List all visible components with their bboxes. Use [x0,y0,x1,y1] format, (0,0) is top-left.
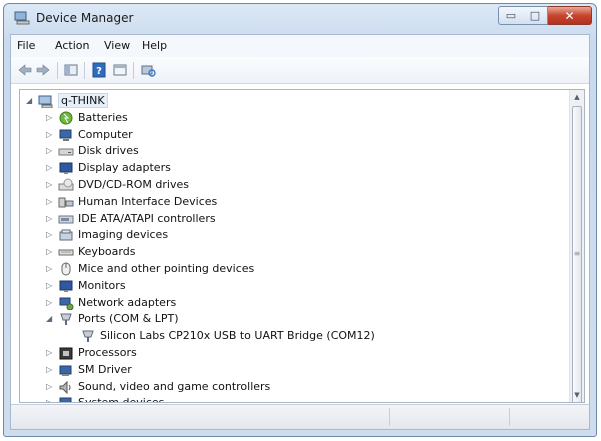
expand-arrow-icon[interactable]: ▷ [46,281,54,291]
expand-arrow-icon[interactable]: ▷ [46,230,54,240]
menu-file[interactable]: File [17,39,35,52]
expand-arrow-icon[interactable]: ▷ [46,180,54,190]
scroll-grip-icon: ≡ [573,249,581,258]
expand-arrow-icon[interactable]: ▷ [46,398,54,402]
menu-help[interactable]: Help [142,39,167,52]
tree-item-label: Keyboards [78,245,136,259]
system-device-icon [59,397,72,402]
tree-item-label: Sound, video and game controllers [78,379,271,393]
device-tree-panel: ◢ q-THINK ▷ Batteries ▷ Computer ▷ Disk drives ▷… [19,89,585,403]
forward-icon[interactable] [35,62,51,78]
toolbar: ? [11,57,589,84]
vertical-scrollbar[interactable]: ▲ ≡ ▼ [569,90,584,402]
maximize-button[interactable]: □ [523,6,548,25]
tree-item-label: Disk drives [78,144,139,158]
imaging-icon [59,229,73,241]
toolbar-separator [84,62,85,79]
keyboard-icon [58,249,74,256]
dvd-drive-icon [58,178,74,191]
tree-item-label: Silicon Labs CP210x USB to UART Bridge (… [100,329,375,343]
port-icon [60,313,72,326]
display-adapter-icon [59,162,73,175]
expand-arrow-icon[interactable]: ▷ [46,365,54,375]
tree-item-label: IDE ATA/ATAPI controllers [78,211,216,225]
minimize-icon: ▭ [505,9,517,22]
svg-text:?: ? [96,66,102,77]
expand-arrow-icon[interactable]: ▷ [46,113,54,123]
maximize-icon: □ [529,9,541,22]
tree-item-label: Imaging devices [78,228,169,242]
properties-icon[interactable] [63,62,79,78]
status-divider [509,408,510,426]
tree-item-label: Mice and other pointing devices [78,262,255,275]
tree-item-label: q-THINK [58,93,108,108]
scan-hardware-icon[interactable] [140,62,156,78]
expand-arrow-icon[interactable]: ▷ [46,298,54,308]
status-bar [11,404,589,429]
expand-arrow-icon[interactable]: ▷ [46,130,54,140]
disk-drive-icon [58,148,74,156]
tree-item-label: Display adapters [78,161,171,175]
device-manager-icon [14,11,30,25]
expand-arrow-icon[interactable]: ▷ [46,146,54,156]
computer-icon [59,129,72,141]
tree-item-label: System devices [78,396,165,403]
client-area: File Action View Help ? ◢ q-THINK ▷ Batteri… [10,34,590,430]
collapse-arrow-icon[interactable]: ◢ [46,314,54,324]
tree-item-label: Computer [78,127,133,141]
scroll-down-arrow-icon[interactable]: ▼ [570,388,584,402]
hid-icon [58,197,74,208]
status-divider [389,408,390,426]
tree-item-label: Ports (COM & LPT) [78,312,179,326]
collapse-arrow-icon[interactable]: ◢ [26,96,34,106]
tree-item-label: Human Interface Devices [78,194,218,208]
view-icon[interactable] [112,62,128,78]
driver-icon [59,365,72,376]
tree-item-label: DVD/CD-ROM drives [78,178,189,191]
expand-arrow-icon[interactable]: ▷ [46,264,54,274]
tree-item-label: Monitors [78,278,126,292]
tree-item-label: SM Driver [78,362,132,376]
processor-icon [59,347,73,360]
minimize-button[interactable]: ▭ [498,6,524,25]
device-manager-window: Device Manager ▭ □ ✕ File Action View He… [3,3,597,437]
window-title: Device Manager [36,11,134,25]
ide-controller-icon [58,215,74,224]
port-icon [82,330,94,343]
close-button[interactable]: ✕ [548,6,592,25]
expand-arrow-icon[interactable]: ▷ [46,247,54,257]
battery-icon [59,111,73,125]
menu-action[interactable]: Action [55,39,89,52]
scroll-up-arrow-icon[interactable]: ▲ [570,90,584,104]
help-icon[interactable]: ? [91,62,107,78]
toolbar-separator [133,62,134,79]
expand-arrow-icon[interactable]: ▷ [46,382,54,392]
menu-bar: File Action View Help [11,35,589,58]
back-icon[interactable] [17,62,33,78]
toolbar-separator [57,62,58,79]
expand-arrow-icon[interactable]: ▷ [46,348,54,358]
computer-root-icon [38,95,53,108]
device-tree[interactable]: ◢ q-THINK ▷ Batteries ▷ Computer ▷ Disk drives ▷… [20,90,570,402]
tree-item-label: Batteries [78,110,128,124]
expand-arrow-icon[interactable]: ▷ [46,197,54,207]
menu-view[interactable]: View [104,39,130,52]
expand-arrow-icon[interactable]: ▷ [46,214,54,224]
monitor-icon [59,280,73,292]
sound-icon [59,380,71,394]
mouse-icon [61,262,71,276]
expand-arrow-icon[interactable]: ▷ [46,163,54,173]
close-icon: ✕ [564,9,575,23]
network-icon [59,297,74,310]
tree-item-label: Network adapters [78,295,177,309]
title-bar[interactable]: Device Manager ▭ □ ✕ [4,4,596,34]
tree-item-label: Processors [78,346,137,359]
